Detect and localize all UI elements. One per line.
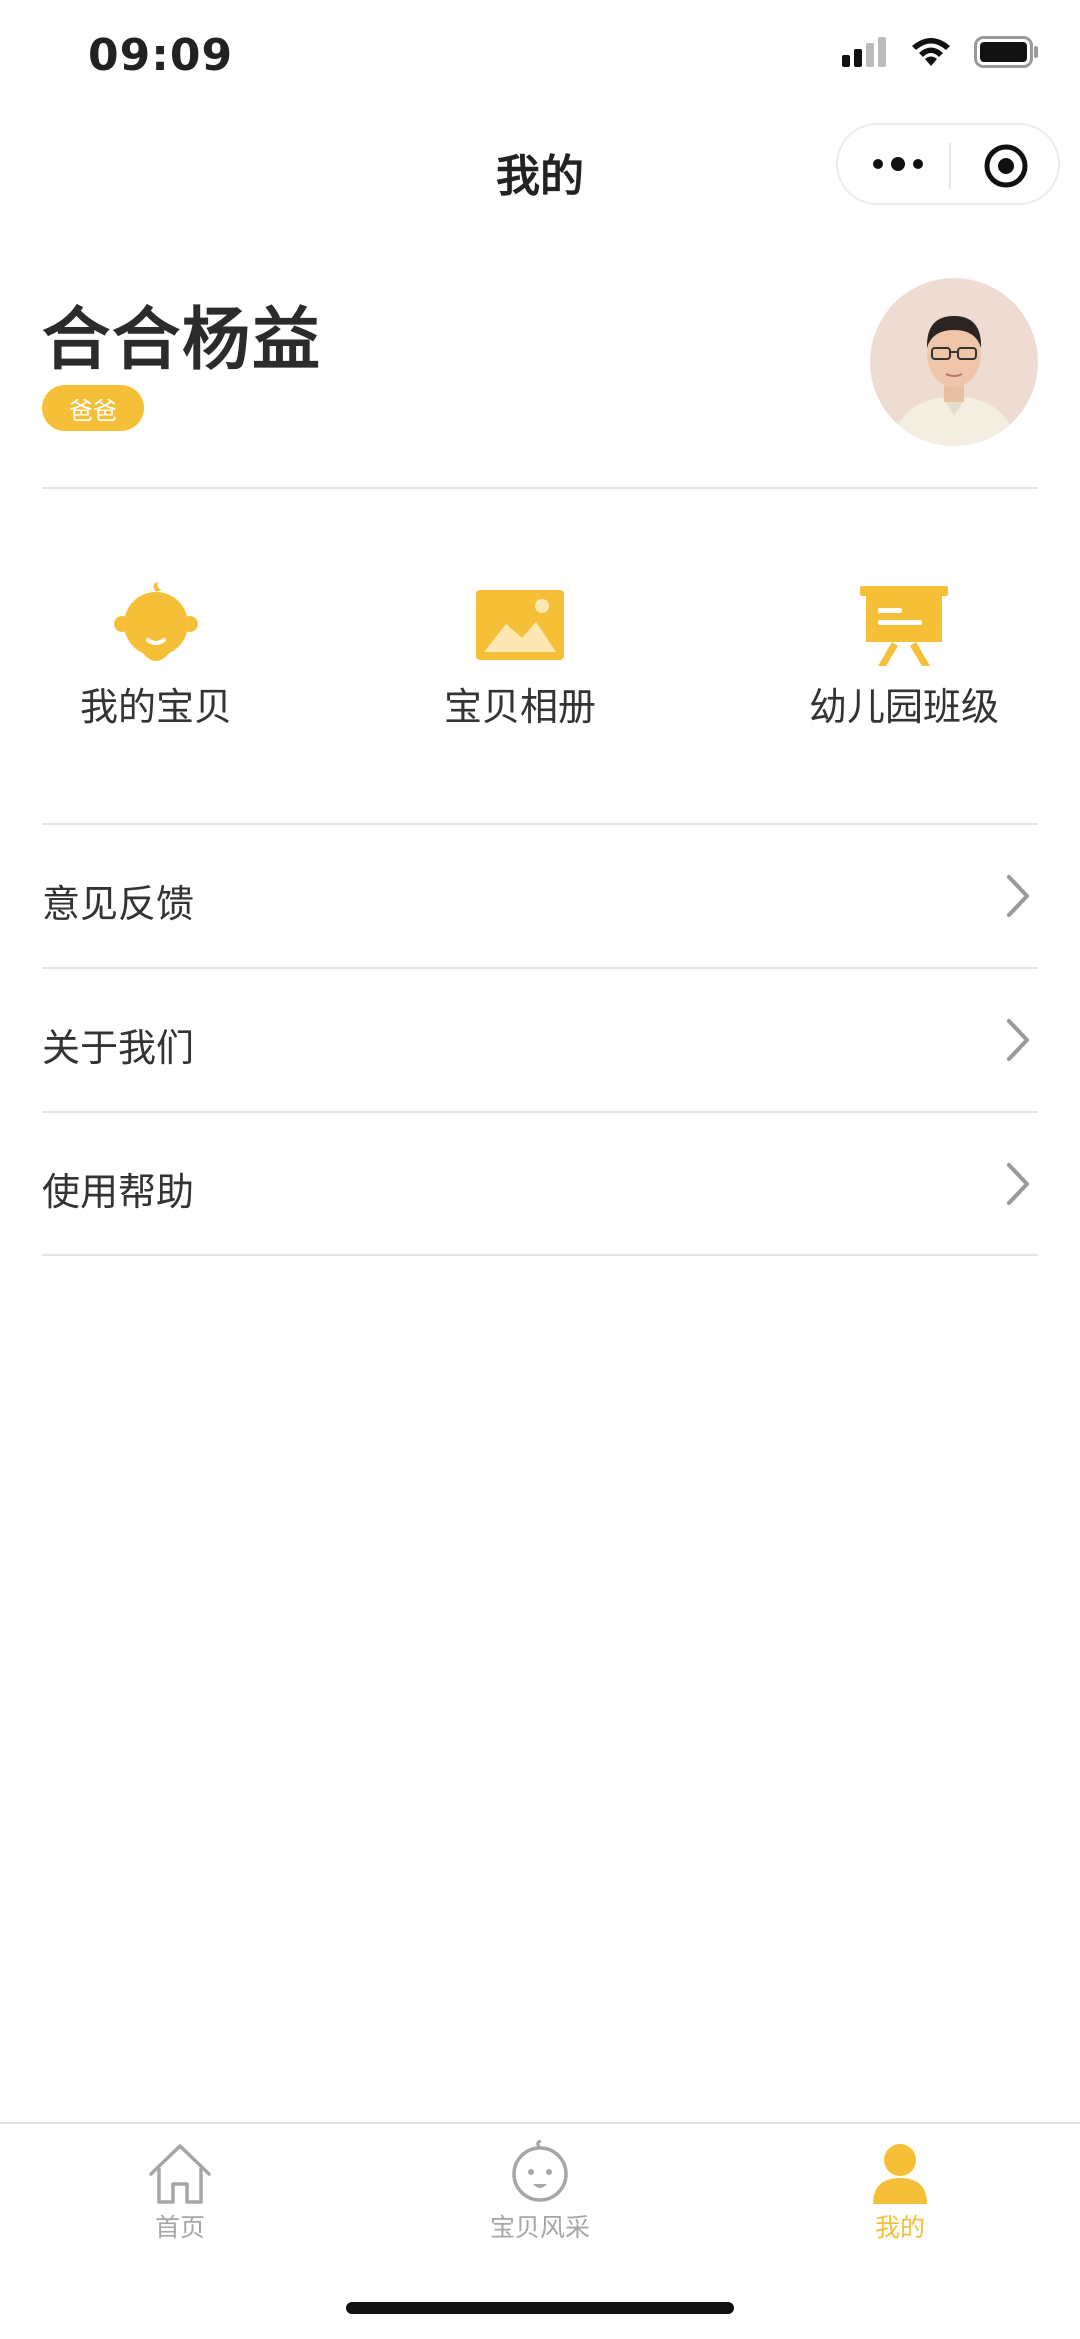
role-badge: 爸爸 (42, 385, 144, 431)
chevron-right-icon (1007, 1163, 1029, 1205)
chevron-right-icon (1007, 875, 1029, 917)
menu-item-help[interactable]: 使用帮助 (42, 1113, 1038, 1255)
capsule-divider (949, 143, 951, 189)
chevron-right-icon (1007, 1019, 1029, 1061)
home-indicator (346, 2302, 734, 2314)
feature-label: 宝贝相册 (443, 685, 596, 729)
avatar-image (870, 278, 1038, 446)
person-icon (873, 2144, 927, 2204)
home-icon (149, 2144, 211, 2204)
menu-item-label: 使用帮助 (42, 1170, 195, 1214)
tab-label: 宝贝风采 (489, 2213, 590, 2242)
feature-baby-album[interactable]: 宝贝相册 (390, 580, 650, 731)
cellular-signal-icon (842, 37, 886, 67)
battery-icon (974, 36, 1038, 68)
close-miniprogram-icon[interactable] (982, 142, 1030, 190)
tab-label: 首页 (154, 2213, 205, 2242)
feature-kindergarten-class[interactable]: 幼儿园班级 (774, 580, 1034, 731)
tab-baby-showcase[interactable]: 宝贝风采 (440, 2140, 640, 2244)
user-name: 合合杨益 (42, 301, 323, 380)
status-time: 09:09 (88, 30, 234, 81)
feature-label: 幼儿园班级 (808, 685, 999, 729)
baby-face-icon (114, 582, 198, 661)
tab-mine[interactable]: 我的 (800, 2140, 1000, 2244)
baby-face-icon (512, 2140, 568, 2202)
avatar[interactable] (870, 278, 1038, 446)
menu-divider (42, 1254, 1038, 1256)
image-icon (476, 590, 564, 660)
profile-divider (42, 487, 1038, 489)
tab-label: 我的 (874, 2213, 925, 2242)
feature-my-baby[interactable]: 我的宝贝 (26, 580, 286, 731)
menu-item-feedback[interactable]: 意见反馈 (42, 825, 1038, 967)
tab-home[interactable]: 首页 (80, 2140, 280, 2244)
feature-label: 我的宝贝 (79, 685, 232, 729)
wifi-icon (912, 38, 950, 66)
more-options-icon[interactable] (868, 149, 928, 179)
menu-item-label: 关于我们 (42, 1026, 195, 1070)
status-bar: 09:09 (0, 0, 1080, 115)
status-icons (842, 36, 1040, 68)
miniprogram-capsule (836, 123, 1060, 205)
navigation-bar: 我的 (0, 120, 1080, 220)
blackboard-icon (860, 586, 948, 666)
menu-item-label: 意见反馈 (42, 882, 195, 926)
menu-item-about-us[interactable]: 关于我们 (42, 969, 1038, 1111)
